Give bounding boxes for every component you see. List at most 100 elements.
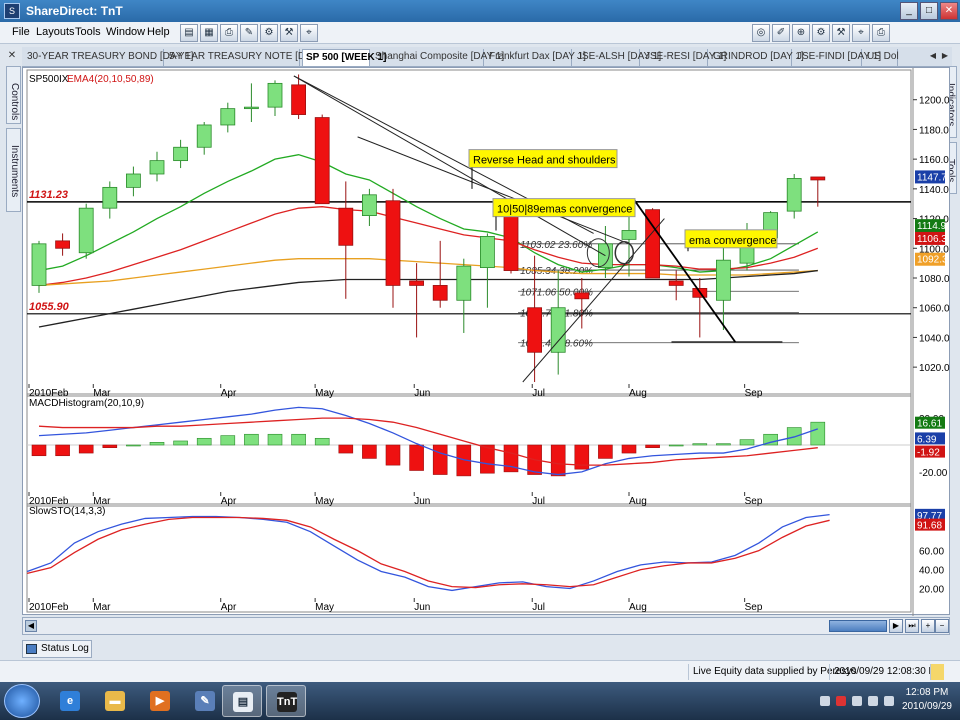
macd-bar (645, 444, 660, 448)
tray-network-icon[interactable] (868, 696, 878, 706)
tab-grindrod-day-1[interactable]: GRINDROD [DAY 1] (710, 49, 804, 66)
macd-bar (338, 444, 354, 454)
macd-x-label: Jul (532, 496, 545, 507)
gear-icon[interactable]: ⚙ (260, 24, 278, 42)
pin-icon[interactable]: ⌖ (852, 24, 870, 42)
macd-last-label: -1.92 (917, 448, 940, 459)
tab-scroll-left-icon[interactable]: ◀ (928, 50, 938, 62)
tab-scroll-right-icon[interactable]: ▶ (940, 50, 950, 62)
sto-d-line (27, 516, 830, 589)
convergence-circle-2 (614, 240, 635, 265)
sto-x-label: Sep (745, 602, 763, 613)
macd-bar (244, 433, 259, 446)
macd-bar (102, 444, 118, 448)
tnt-app-icon[interactable]: TnT (266, 685, 306, 717)
scroll-end-icon[interactable]: ⏭ (905, 619, 919, 633)
menu-tools[interactable]: Tools (75, 26, 101, 38)
status-log-tab[interactable]: Status Log (22, 640, 92, 658)
macd-x-label: May (315, 496, 334, 507)
candle (361, 194, 377, 217)
zoom-icon[interactable]: ⊕ (792, 24, 810, 42)
tray-arrow-icon[interactable] (820, 696, 830, 706)
ie-icon[interactable]: e (50, 685, 90, 717)
draw-icon[interactable]: ✐ (772, 24, 790, 42)
notes-icon[interactable] (930, 664, 944, 680)
macd-bar (267, 433, 283, 446)
scroll-thumb[interactable] (829, 620, 887, 632)
pdf-document-icon[interactable]: ▤ (222, 685, 262, 717)
sto-y-tick-label: 60.00 (919, 547, 944, 558)
zoom-in-icon[interactable]: + (921, 619, 935, 633)
left-dock: Controls Instruments (6, 66, 21, 626)
settings-icon[interactable]: ⚒ (280, 24, 298, 42)
macd-bar (432, 444, 448, 475)
wrench-icon[interactable]: ✎ (240, 24, 258, 42)
tab-us-dol[interactable]: US Dol (864, 49, 899, 66)
macd-bar (362, 444, 377, 459)
start-button[interactable] (4, 684, 40, 718)
price-panel-symbol: SP500IX (29, 74, 69, 85)
grid-icon[interactable]: ▦ (200, 24, 218, 42)
chart-scrollbar[interactable]: ◀ ▶ ⏭ + − (22, 617, 950, 635)
tab-shanghai-composite-day-1[interactable]: Shanghai Composite [DAY 1] (372, 49, 504, 66)
sharedirect-app-icon[interactable]: S (4, 3, 20, 19)
candle (527, 307, 543, 353)
macd-x-label: Sep (745, 496, 763, 507)
menu-file[interactable]: File (12, 26, 30, 38)
price-y-tick-label: 1160.0 (919, 155, 949, 166)
candle (55, 240, 70, 249)
macd-bar (598, 444, 613, 459)
sto-x-label: Apr (221, 602, 237, 613)
print-icon[interactable]: ⎙ (872, 24, 890, 42)
maximize-button[interactable]: □ (920, 2, 938, 20)
target-icon[interactable]: ◎ (752, 24, 770, 42)
menu-layouts[interactable]: Layouts (36, 26, 75, 38)
tab-jse-resi-day-1[interactable]: JSE-RESI [DAY 1] (642, 49, 726, 66)
minimize-button[interactable]: _ (900, 2, 918, 20)
settings-icon[interactable]: ⚒ (832, 24, 850, 42)
price-panel-indicator: EMA4(20,10,50,89) (67, 74, 154, 85)
explorer-icon[interactable]: ▬ (95, 685, 135, 717)
chart-icon[interactable]: ▤ (180, 24, 198, 42)
menu-help[interactable]: Help (147, 26, 170, 38)
macd-bar (31, 444, 47, 457)
tray-monitor-icon[interactable] (852, 696, 862, 706)
close-button[interactable]: ✕ (940, 2, 958, 20)
media-player-icon[interactable]: ▶ (140, 685, 180, 717)
scroll-right-icon[interactable]: ▶ (889, 619, 903, 633)
tray-volume-icon[interactable] (884, 696, 894, 706)
scroll-left-icon[interactable]: ◀ (25, 620, 37, 632)
sto-x-label: May (315, 602, 334, 613)
candle (409, 280, 425, 286)
sto-x-label: Jul (532, 602, 545, 613)
tab-sp-500-week-1[interactable]: SP 500 [WEEK 1] (302, 49, 386, 66)
taskbar-clock[interactable]: 12:08 PM 2010/09/29 (902, 686, 952, 714)
price-last-label: 1106.3 (917, 234, 947, 245)
candle (243, 106, 259, 110)
instruments-panel-tab[interactable]: Instruments (6, 128, 21, 212)
tab-frankfurt-dax-day-1[interactable]: Frankfurt Dax [DAY 1] (486, 49, 586, 66)
candle (786, 178, 802, 212)
sto-k-line (26, 513, 830, 592)
controls-panel-tab[interactable]: Controls (6, 66, 21, 124)
tray-alert-icon[interactable] (836, 696, 846, 706)
price-y-tick-label: 1180.0 (919, 125, 949, 136)
tab-close-icon[interactable]: ✕ (6, 50, 18, 62)
tab-bar: 30-YEAR TREASURY BOND [DAY 1] 5-YEAR TREA… (22, 47, 952, 67)
tab-jse-findi-day-1[interactable]: JSE-FINDI [DAY 1] (794, 49, 881, 66)
gear-icon[interactable]: ⚙ (812, 24, 830, 42)
menu-window[interactable]: Window (106, 26, 145, 38)
chart-area[interactable]: 1200.01180.01160.01140.01120.01100.01080… (22, 67, 951, 616)
tab-jse-alsh-day-1[interactable]: JSE-ALSH [DAY 1] (574, 49, 661, 66)
candle (31, 243, 47, 286)
sketch-tool-icon[interactable]: ✎ (185, 685, 225, 717)
print-icon[interactable]: ⎙ (220, 24, 238, 42)
sto-x-label: Jun (414, 602, 430, 613)
chart-canvas[interactable]: 1200.01180.01160.01140.01120.01100.01080… (23, 68, 951, 616)
tab-30-year-treasury-bond-day-1[interactable]: 30-YEAR TREASURY BOND [DAY 1] (24, 49, 193, 66)
pin-icon[interactable]: ⌖ (300, 24, 318, 42)
price-x-label: Apr (221, 388, 237, 399)
macd-line (38, 406, 819, 476)
zoom-out-icon[interactable]: − (935, 619, 949, 633)
tab-5-year-treasury-note-day-1[interactable]: 5-YEAR TREASURY NOTE [DAY 1] (166, 49, 329, 66)
